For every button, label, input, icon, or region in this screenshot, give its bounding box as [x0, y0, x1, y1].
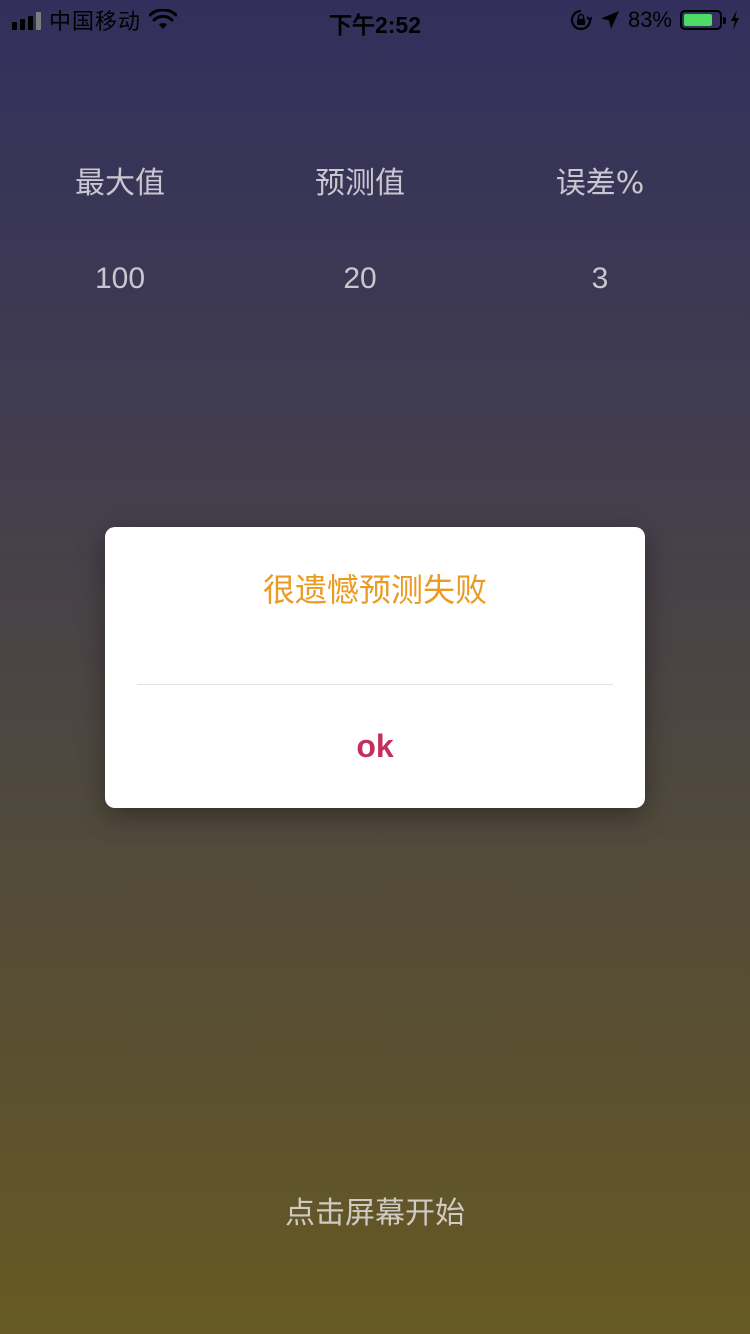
header-max-value: 最大值 — [75, 166, 165, 201]
predicted-value: 20 — [343, 262, 377, 295]
battery-cap — [723, 17, 726, 24]
charging-bolt-icon — [731, 10, 739, 30]
result-dialog: 很遗憾预测失败 ok — [105, 527, 645, 808]
max-value: 100 — [94, 262, 146, 295]
dialog-title: 很遗憾预测失败 — [262, 571, 487, 609]
stats-value-row: 100 20 3 — [0, 262, 750, 296]
header-predicted-value: 预测值 — [315, 166, 405, 201]
tap-to-start-hint[interactable]: 点击屏幕开始 — [0, 1188, 750, 1232]
battery-icon — [680, 10, 726, 30]
stats-header-row: 最大值 预测值 误差% — [0, 158, 750, 202]
ok-button[interactable]: ok — [105, 685, 645, 808]
header-error-percent: 误差% — [555, 166, 645, 201]
status-bar: 中国移动 下午2:52 83% — [0, 0, 750, 40]
location-arrow-icon — [600, 11, 619, 29]
battery-level-fill — [684, 14, 713, 26]
battery-percent: 83% — [627, 7, 672, 32]
status-bar-right: 83% — [570, 6, 740, 34]
orientation-lock-icon — [570, 9, 592, 31]
error-percent: 3 — [591, 262, 609, 295]
